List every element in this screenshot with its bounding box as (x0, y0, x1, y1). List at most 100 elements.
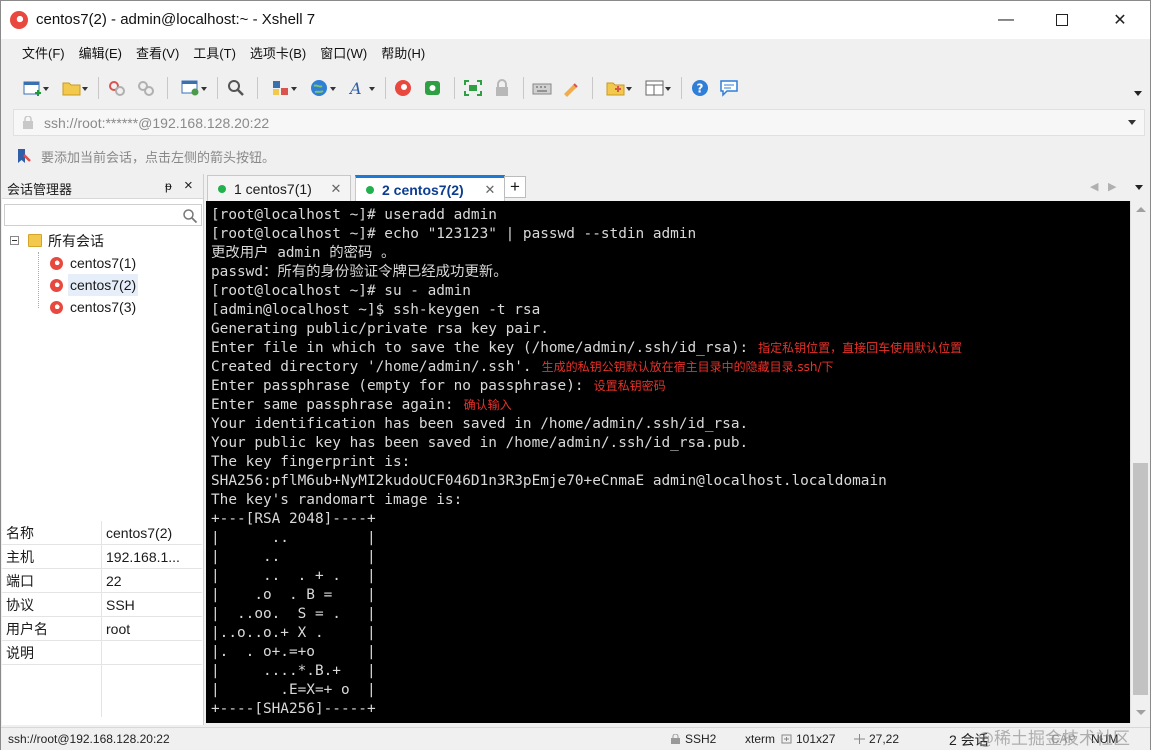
scroll-down-icon[interactable] (1136, 710, 1146, 715)
terminal-line-text: Created directory '/home/admin/.ssh'. (211, 359, 532, 375)
help-button[interactable]: ? (687, 75, 713, 101)
search-icon[interactable] (182, 208, 198, 224)
terminal-line-text: Your public key has been saved in /home/… (211, 435, 749, 451)
terminal-line-text: Your identification has been saved in /h… (211, 416, 749, 432)
menu-tools[interactable]: 工具(T) (186, 41, 243, 67)
tab-list-menu-icon[interactable] (1135, 185, 1143, 190)
address-input[interactable]: ssh://root:******@192.168.128.20:22 (44, 115, 269, 131)
terminal-line: +---[RSA 2048]----+ (211, 510, 962, 529)
session-item[interactable]: centos7(3) (2, 296, 202, 318)
new-tab-button[interactable]: + (504, 176, 526, 198)
terminal-line-text: passwd：所有的身份验证令牌已经成功更新。 (211, 264, 508, 280)
terminal-line-text: Generating public/private rsa key pair. (211, 321, 549, 337)
property-key: 协议 (2, 593, 102, 616)
lock-icon (496, 79, 508, 96)
font-button[interactable]: A (341, 75, 377, 101)
property-key: 端口 (2, 569, 102, 592)
menu-help[interactable]: 帮助(H) (374, 41, 432, 67)
lock-button[interactable] (489, 75, 515, 101)
close-button[interactable]: ✕ (1093, 1, 1147, 39)
terminal-line: | .E=X=+ o | (211, 681, 962, 700)
scroll-up-icon[interactable] (1136, 207, 1146, 212)
property-value: centos7(2) (106, 525, 173, 541)
menu-view[interactable]: 查看(V) (129, 41, 186, 67)
session-item[interactable]: centos7(1) (2, 252, 202, 274)
menu-file[interactable]: 文件(F) (15, 41, 72, 67)
svg-text:A: A (349, 79, 362, 97)
session-manager-title: 会话管理器 (7, 182, 73, 197)
toolbar-separator (385, 77, 386, 99)
layout-icon (645, 80, 664, 96)
minimize-button[interactable]: — (979, 1, 1033, 39)
tab-centos7-1[interactable]: 1 centos7(1) ✕ (207, 175, 351, 201)
collapse-icon[interactable] (10, 236, 19, 245)
layout-button[interactable] (637, 75, 673, 101)
menu-bar: 文件(F) 编辑(E) 查看(V) 工具(T) 选项卡(B) 窗口(W) 帮助(… (1, 41, 1150, 67)
terminal-line-text: [admin@localhost ~]$ ssh-keygen -t rsa (211, 302, 541, 318)
properties-button[interactable] (173, 75, 209, 101)
tab-centos7-2[interactable]: 2 centos7(2) ✕ (355, 175, 505, 201)
reconnect-button[interactable] (104, 75, 130, 101)
xshell-app-icon (10, 11, 28, 29)
tab-close-icon[interactable]: ✕ (328, 181, 344, 197)
pane-close-icon[interactable]: × (184, 177, 193, 194)
maximize-button[interactable] (1035, 1, 1089, 39)
terminal-scrollbar[interactable] (1130, 201, 1150, 723)
terminal-line: [root@localhost ~]# su - admin (211, 282, 962, 301)
fullscreen-button[interactable] (460, 75, 486, 101)
session-item-selected[interactable]: centos7(2) (2, 274, 202, 296)
terminal-line: The key's randomart image is: (211, 491, 962, 510)
menu-tabs[interactable]: 选项卡(B) (243, 41, 313, 67)
globe-icon (311, 80, 327, 96)
menu-window[interactable]: 窗口(W) (313, 41, 374, 67)
xshell-button[interactable] (391, 75, 417, 101)
terminal-line-text: SHA256:pflM6ub+NyMI2kudoUCF046D1n3R3pEmj… (211, 473, 887, 489)
compose-button[interactable] (598, 75, 634, 101)
pin-icon[interactable]: ᵽ (165, 179, 172, 193)
terminal-line: Your identification has been saved in /h… (211, 415, 962, 434)
session-icon (50, 257, 63, 270)
terminal-line: Enter passphrase (empty for no passphras… (211, 377, 962, 396)
open-button[interactable] (54, 75, 90, 101)
property-row: 协议 SSH (2, 593, 202, 617)
keyboard-button[interactable] (529, 75, 555, 101)
font-icon: A (349, 79, 362, 97)
find-button[interactable] (223, 75, 249, 101)
tab-scroll-left-icon[interactable]: ◀ (1090, 180, 1098, 193)
address-dropdown-icon[interactable] (1128, 120, 1136, 125)
scroll-thumb[interactable] (1133, 463, 1148, 695)
terminal-line: | ..oo. S = . | (211, 605, 962, 624)
toolbar-overflow-icon[interactable] (1134, 91, 1142, 96)
tab-close-icon[interactable]: ✕ (482, 182, 498, 198)
cursor-position-icon (854, 734, 865, 744)
terminal-line-text: [root@localhost ~]# su - admin (211, 283, 471, 299)
new-session-button[interactable] (15, 75, 51, 101)
globe-button[interactable] (302, 75, 338, 101)
terminal-line-text: |..o..o.+ X . | (211, 625, 376, 641)
terminal-line: [root@localhost ~]# echo "123123" | pass… (211, 225, 962, 244)
tab-scroll-right-icon[interactable]: ▶ (1108, 180, 1116, 193)
terminal-output[interactable]: [root@localhost ~]# useradd admin [root@l… (206, 201, 1130, 723)
property-row: 主机 192.168.1... (2, 545, 202, 569)
connected-status-icon (366, 185, 374, 194)
tree-root-all-sessions[interactable]: 所有会话 (2, 230, 202, 252)
session-search-input[interactable] (4, 204, 202, 226)
highlight-button[interactable] (558, 75, 584, 101)
chat-button[interactable] (716, 75, 742, 101)
xftp-button[interactable] (420, 75, 446, 101)
property-row: 端口 22 (2, 569, 202, 593)
property-row: 用户名 root (2, 617, 202, 641)
address-bar[interactable]: ssh://root:******@192.168.128.20:22 (13, 109, 1145, 136)
annotation-note: 指定私钥位置，直接回车使用默认位置 (758, 341, 963, 355)
disconnect-button[interactable] (133, 75, 159, 101)
terminal-line-text: Enter file in which to save the key (/ho… (211, 340, 749, 356)
session-label: centos7(2) (68, 274, 139, 296)
xftp-icon (425, 81, 440, 95)
toolbar-separator (167, 77, 168, 99)
terminal-line: Enter file in which to save the key (/ho… (211, 339, 962, 358)
menu-edit[interactable]: 编辑(E) (72, 41, 129, 67)
bookmark-arrow-icon[interactable] (15, 148, 31, 164)
terminal-line-text: [root@localhost ~]# useradd admin (211, 207, 497, 223)
transfer-button[interactable] (263, 75, 299, 101)
session-label: centos7(1) (70, 255, 137, 271)
